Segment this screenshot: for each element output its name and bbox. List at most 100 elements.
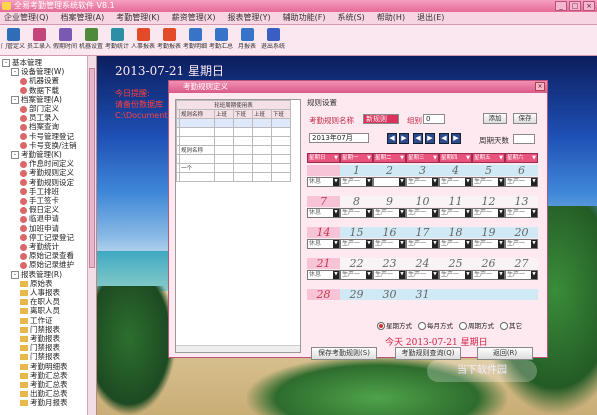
day-cell[interactable] — [472, 289, 505, 300]
weekday-header[interactable]: 星期六 — [505, 153, 538, 163]
day-cell[interactable]: 26 — [472, 258, 505, 269]
tree-node[interactable]: - 基本管理 — [2, 58, 42, 68]
day-cell[interactable]: 11 — [439, 196, 472, 207]
tree-node[interactable]: 考勤明细表 — [20, 362, 68, 372]
close-button[interactable]: × — [583, 1, 595, 11]
radio-circle-icon[interactable] — [377, 322, 385, 330]
shift-select[interactable]: 生产一 — [472, 208, 505, 218]
day-cell[interactable]: 31 — [406, 289, 439, 300]
day-cell[interactable]: 24 — [406, 258, 439, 269]
shift-select[interactable]: 生产一 — [373, 270, 406, 280]
tree-node[interactable]: 加班申请 — [20, 224, 59, 234]
minimize-button[interactable]: _ — [555, 1, 567, 11]
toolbar-button[interactable]: 机器设置 — [78, 25, 104, 55]
table-row[interactable]: 一个 — [176, 163, 291, 173]
query-rule-button[interactable]: 考勤规则查询(Q) — [395, 347, 461, 360]
radio-circle-icon[interactable] — [418, 322, 426, 330]
expander-icon[interactable]: - — [11, 95, 19, 104]
weekday-header[interactable]: 星期二 — [373, 153, 406, 163]
tree-node[interactable]: 数据下载 — [20, 86, 59, 96]
day-cell[interactable]: 21 — [307, 258, 340, 269]
menu-item[interactable]: 辅助功能(F) — [279, 12, 334, 24]
day-cell[interactable]: 27 — [505, 258, 538, 269]
expander-icon[interactable]: - — [11, 270, 19, 279]
shift-select[interactable]: 生产一 — [472, 177, 505, 187]
shift-select[interactable] — [373, 177, 406, 187]
weekday-header[interactable]: 星期三 — [406, 153, 439, 163]
shift-select[interactable]: 生产一 — [340, 239, 373, 249]
cycle-days-input[interactable] — [513, 134, 535, 144]
tree-node[interactable]: 考勤月报表 — [20, 398, 68, 408]
tree-node[interactable]: 工作证 — [20, 316, 53, 326]
weekday-header[interactable]: 星期日 — [307, 153, 340, 163]
tree-node[interactable]: 临退申请 — [20, 214, 59, 224]
tree-node[interactable]: 出勤汇总表 — [20, 389, 68, 399]
tree-node[interactable]: 部门定义 — [20, 104, 59, 114]
tree-node[interactable]: 档案查询 — [20, 122, 59, 132]
day-cell[interactable] — [505, 289, 538, 300]
tree-node[interactable]: 考勤统计 — [20, 242, 59, 252]
day-cell[interactable]: 25 — [439, 258, 472, 269]
day-cell[interactable]: 4 — [439, 165, 472, 176]
tree-node[interactable]: - 档案管理(A) — [11, 95, 62, 105]
tree-node[interactable]: 门禁报表 — [20, 352, 60, 362]
tree-node[interactable]: 门禁报表 — [20, 325, 60, 335]
rule-name-input[interactable]: 新规则 — [363, 114, 399, 124]
day-cell[interactable]: 20 — [505, 227, 538, 238]
shift-select[interactable]: 休息 — [307, 270, 340, 280]
mode-radio[interactable]: 其它 — [500, 320, 522, 330]
shift-select[interactable]: 生产一 — [439, 177, 472, 187]
tree-node[interactable]: 原始记录维护 — [20, 260, 74, 270]
shift-select[interactable]: 生产一 — [472, 270, 505, 280]
month-picker[interactable]: 2013年07月 — [309, 133, 369, 143]
maximize-button[interactable]: □ — [569, 1, 581, 11]
menu-item[interactable]: 企业管理(Q) — [0, 12, 57, 24]
day-cell[interactable]: 30 — [373, 289, 406, 300]
tree-node[interactable]: - 设备管理(W) — [11, 67, 64, 77]
weekday-header[interactable]: 星期五 — [472, 153, 505, 163]
day-cell[interactable]: 22 — [340, 258, 373, 269]
day-cell[interactable]: 16 — [373, 227, 406, 238]
day-cell[interactable]: 2 — [373, 165, 406, 176]
day-cell[interactable]: 6 — [505, 165, 538, 176]
tree-node[interactable]: 员工录入 — [20, 113, 59, 123]
day-cell[interactable]: 14 — [307, 227, 340, 238]
tree-node[interactable]: 人事报表 — [20, 288, 60, 298]
day-cell[interactable]: 10 — [406, 196, 439, 207]
shift-select[interactable]: 生产一 — [505, 208, 538, 218]
next-month-button[interactable]: ▶ — [425, 133, 435, 144]
table-row[interactable] — [176, 136, 291, 146]
table-row[interactable] — [176, 118, 291, 128]
mode-radio[interactable]: 周期方式 — [459, 320, 494, 330]
tree-node[interactable]: 考勤规则定义 — [20, 168, 74, 178]
tree-node[interactable]: 原始记录查看 — [20, 251, 74, 261]
toolbar-button[interactable]: 员工录入 — [26, 25, 52, 55]
toolbar-button[interactable]: 月报表 — [234, 25, 260, 55]
toolbar-button[interactable]: 门管定义 — [0, 25, 26, 55]
day-cell[interactable]: 15 — [340, 227, 373, 238]
expander-icon[interactable]: - — [11, 68, 19, 77]
shift-select[interactable]: 生产一 — [340, 270, 373, 280]
toolbar-button[interactable]: 考勤明细 — [182, 25, 208, 55]
return-button[interactable]: 返回(R) — [477, 347, 533, 360]
day-cell[interactable]: 1 — [340, 165, 373, 176]
menu-item[interactable]: 考勤管理(K) — [112, 12, 168, 24]
prev-month-button[interactable]: ◀ — [413, 133, 423, 144]
horizontal-scrollbar[interactable] — [176, 345, 300, 352]
save-button[interactable]: 保存 — [513, 113, 537, 124]
shift-select[interactable]: 生产一 — [406, 177, 439, 187]
save-rule-button[interactable]: 保存考勤规则(S) — [311, 347, 377, 360]
next-year-button[interactable]: ▶ — [399, 133, 409, 144]
dialog-close-button[interactable]: × — [535, 82, 545, 91]
shift-select[interactable]: 休息 — [307, 239, 340, 249]
add-button[interactable]: 添加 — [483, 113, 507, 124]
menu-item[interactable]: 报表管理(Y) — [224, 12, 279, 24]
prev-day-button[interactable]: ◀ — [439, 133, 449, 144]
menu-item[interactable]: 系统(S) — [333, 12, 372, 24]
shift-select[interactable]: 生产一 — [373, 208, 406, 218]
day-cell[interactable]: 19 — [472, 227, 505, 238]
day-cell[interactable]: 18 — [439, 227, 472, 238]
toolbar-button[interactable]: 考勤统计 — [104, 25, 130, 55]
expander-icon[interactable]: - — [2, 59, 10, 67]
shift-select[interactable]: 休息 — [307, 177, 340, 187]
